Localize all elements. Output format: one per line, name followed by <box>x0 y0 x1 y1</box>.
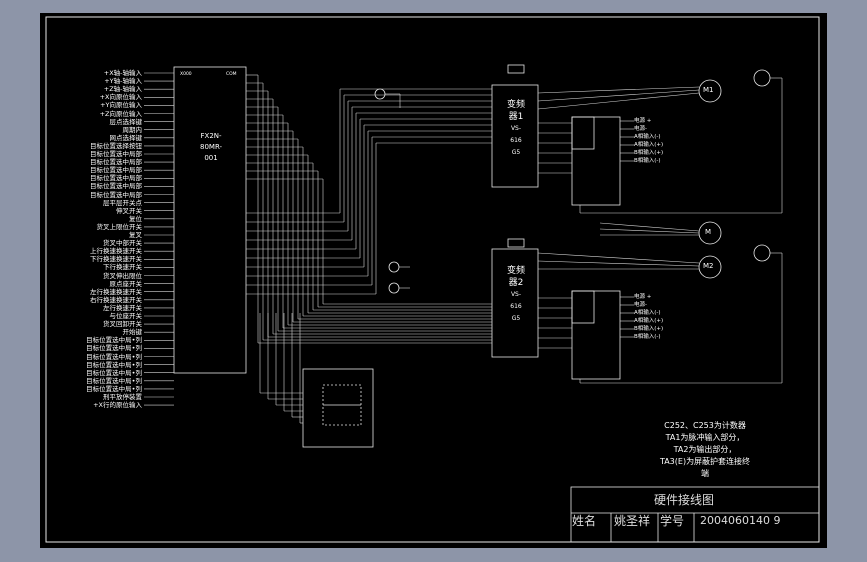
plc-model: FX2N- 80MR- 001 <box>200 131 222 164</box>
input-label: 目标位置选中局部 <box>90 158 142 167</box>
note-line: TA3(E)为屏蔽护套连接终 <box>659 457 751 466</box>
inverter1-line: 变频 <box>506 100 525 110</box>
input-label: +Z向原位输入 <box>99 109 142 118</box>
plc-model-line: FX2N- <box>200 132 222 140</box>
input-label: 目标位置选中局•列 <box>86 352 142 361</box>
inverter1-line: VS- <box>510 125 522 132</box>
input-label: 伸叉开关 <box>116 206 142 215</box>
student-id: 2004060140 9 <box>700 514 781 527</box>
pg-label: B相输入(-) <box>634 158 661 164</box>
pg-label: B相输入(-) <box>634 334 661 340</box>
pg-label: B相输入(+) <box>634 326 664 332</box>
inverter2-label: 变频 器2 VS- 616 G5 <box>502 265 530 325</box>
input-label: 网点选择键 <box>109 133 143 142</box>
input-label: 货叉伸出限位 <box>103 271 142 280</box>
plc-block <box>173 66 247 374</box>
input-label: 左行换速换速开关 <box>90 287 142 296</box>
input-label: 目标位置选中局•列 <box>86 344 142 353</box>
id-label: 学号 <box>660 514 685 528</box>
input-label: 复位 <box>129 214 142 223</box>
pg2-labels: 电源 + 电源- A相输入(-) A相输入(+) B相输入(+) B相输入(-) <box>634 293 663 341</box>
input-label: 上行换速换速开关 <box>90 247 142 256</box>
input-label: 目标位置选中局部 <box>90 174 142 183</box>
plc-pin-column-left: X000 <box>180 72 192 77</box>
pg1-labels: 电源 + 电源- A相输入(-) A相输入(+) B相输入(+) B相输入(-) <box>634 117 663 165</box>
pg-label: A相输入(+) <box>634 318 664 324</box>
input-label: 货叉中部开关 <box>103 239 142 248</box>
input-label: +X向原位输入 <box>99 93 142 102</box>
pg-card1-block <box>571 116 621 206</box>
input-label: 周期内 <box>122 125 143 134</box>
pg-card2-block <box>571 290 621 380</box>
input-label: 目标位置选择按钮 <box>90 141 142 150</box>
inverter1-line: G5 <box>511 149 521 156</box>
input-label: 目标位置选中局•列 <box>86 376 142 385</box>
plc-model-line: 001 <box>204 154 218 162</box>
input-label: 原点座开关 <box>109 279 143 288</box>
pg-label: A相输入(+) <box>634 142 664 148</box>
input-label: 层点选择键 <box>109 117 143 126</box>
motor2-label: M2 <box>703 262 714 270</box>
notes-block: C252、C253为计数器 TA1为脉冲输入部分， TA2为输出部分， TA3(… <box>630 420 780 480</box>
inverter2-line: 变频 <box>506 266 525 276</box>
inverter1-line: 器1 <box>508 112 524 122</box>
input-label: 开始键 <box>122 328 143 337</box>
input-label: 目标位置选中局部 <box>90 182 142 191</box>
drawing-title: 硬件接线图 <box>654 493 715 507</box>
inverter2-line: VS- <box>510 291 522 298</box>
note-line: 端 <box>701 469 709 478</box>
inverter1-line: 616 <box>510 137 522 144</box>
input-label: 复叉 <box>129 231 142 239</box>
pg-label: 电源- <box>634 302 647 308</box>
input-label: 目标位置选中局部 <box>90 150 142 158</box>
input-label: +Y轴-轴输入 <box>104 77 142 86</box>
input-label: 目标位置选中局•列 <box>86 360 142 369</box>
input-label: 目标位置选中局•列 <box>86 336 142 345</box>
display-box <box>302 368 374 448</box>
drawing-sheet: X000 COM FX2N- 80MR- 001 +X轴-轴输入 +Y轴-轴输入 +… <box>40 13 827 548</box>
pg-label: B相输入(+) <box>634 150 664 156</box>
inverter2-line: 器2 <box>508 278 524 288</box>
input-label: +Y向原位输入 <box>100 101 142 110</box>
input-label: 目标位置选中局部 <box>90 166 142 175</box>
input-label: 目标位置选中局•列 <box>86 384 142 393</box>
motor-label: M <box>705 228 712 236</box>
note-line: C252、C253为计数器 <box>664 421 746 430</box>
plc-pin-column-right: COM <box>226 72 237 77</box>
input-label: 下行换速开关 <box>103 263 142 272</box>
input-label: +X轴-轴输入 <box>103 69 142 77</box>
input-label: 右行换速换速开关 <box>90 295 142 304</box>
pg-label: 电源 + <box>634 118 652 124</box>
input-label: 左行换速开关 <box>103 303 142 312</box>
input-label: 下行换速换速开关 <box>90 255 142 264</box>
input-label: 目标位置选中局部 <box>90 190 142 199</box>
note-line: TA1为脉冲输入部分， <box>665 433 745 442</box>
pg-label: 电源- <box>634 126 647 132</box>
inverter1-label: 变频 器1 VS- 616 G5 <box>502 99 530 159</box>
input-label: 货叉上限位开关 <box>96 222 143 231</box>
inverter2-line: 616 <box>510 303 522 310</box>
input-label: 与位座开关 <box>109 312 143 320</box>
pg-label: A相输入(-) <box>634 310 661 316</box>
input-label: +X行的原位输入 <box>93 401 142 410</box>
plc-model-line: 80MR- <box>200 143 223 151</box>
pg-label: 电源 + <box>634 294 652 300</box>
input-label: 目标位置选中局•列 <box>86 368 142 377</box>
motor1-label: M1 <box>703 86 714 94</box>
inverter2-line: G5 <box>511 315 521 322</box>
author-name: 姚圣祥 <box>614 514 651 528</box>
input-label: 层平层开关点 <box>103 198 142 207</box>
pg-label: A相输入(-) <box>634 134 661 140</box>
note-line: TA2为输出部分， <box>673 445 737 454</box>
name-label: 姓名 <box>572 514 597 528</box>
input-label: +Z轴-轴输入 <box>103 85 142 94</box>
input-label: 货叉回卸开关 <box>103 320 142 329</box>
input-label: 刑平放停装置 <box>103 393 142 401</box>
